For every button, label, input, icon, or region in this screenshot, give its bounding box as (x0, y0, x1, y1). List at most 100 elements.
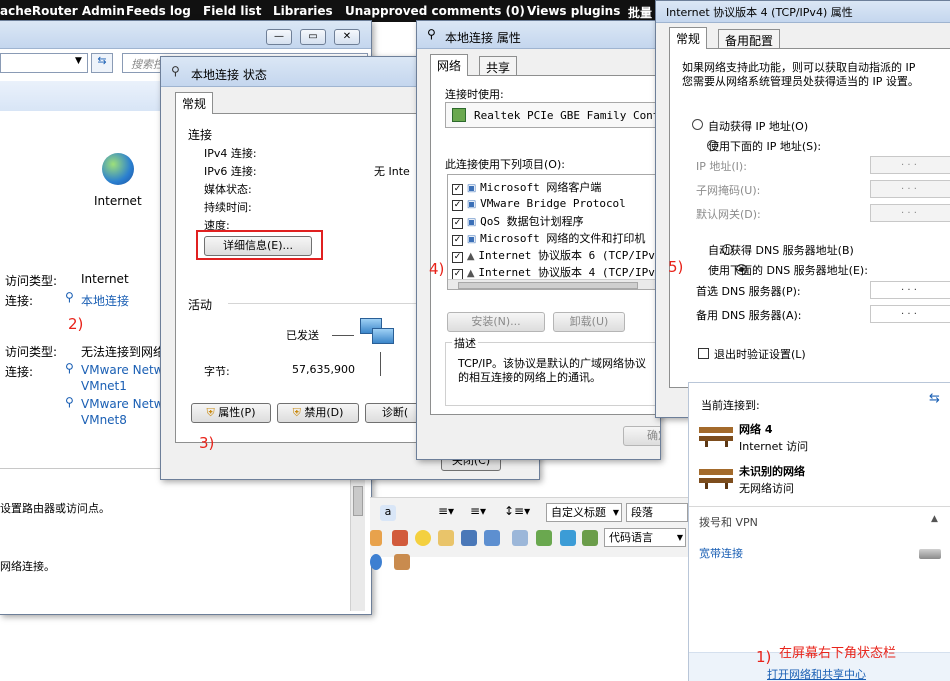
paste-icon[interactable] (392, 530, 408, 546)
open-network-center-link[interactable]: 打开网络和共享中心 (767, 666, 866, 681)
properties-button-label: 属性(P) (218, 406, 256, 419)
vmnet8-link[interactable]: VMnet8 (81, 413, 127, 427)
align-left-icon[interactable]: ≡▾ (438, 504, 454, 518)
network-flyout: ⇆ 当前连接到: 网络 4 Internet 访问 未识别的网络 无网络访问 拨… (688, 382, 950, 681)
dialup-vpn-header: 拨号和 VPN (699, 516, 758, 529)
topbar-item-libraries[interactable]: Libraries (273, 4, 333, 18)
bench-top (699, 427, 733, 433)
close-button[interactable]: ✕ (334, 29, 360, 45)
topbar-item-unapproved[interactable]: Unapproved comments (0) (345, 4, 525, 18)
topbar-item-field-list[interactable]: Field list (203, 4, 261, 18)
tab-general[interactable]: 常规 (175, 92, 214, 114)
maximize-button[interactable]: ▭ (300, 29, 326, 45)
item-checkbox[interactable]: ✓ (452, 184, 463, 195)
scroll-thumb[interactable] (353, 486, 363, 516)
item-label: VMware Bridge Protocol (480, 197, 626, 210)
local-connection-link[interactable]: 本地连接 (81, 292, 129, 309)
network-4-name[interactable]: 网络 4 (739, 421, 772, 437)
topbar-item-batch[interactable]: 批量 (628, 4, 652, 21)
auto-ip-radio[interactable] (692, 119, 703, 130)
subnet-mask-field[interactable]: . . . (870, 180, 950, 198)
scroll-thumb[interactable] (458, 282, 638, 289)
chevron-up-icon[interactable]: ▲ (931, 514, 938, 524)
access-type-label-2: 访问类型: (5, 345, 58, 359)
subnet-mask-label: 子网掩码(U): (696, 184, 761, 197)
frame-icon[interactable] (582, 530, 598, 546)
diagnose-button-label: 诊断( (381, 406, 409, 419)
properties-button[interactable]: ⛨ 属性(P) (191, 403, 271, 423)
unidentified-network-name[interactable]: 未识别的网络 (739, 463, 805, 479)
protocol-icon: ▲ (466, 268, 475, 279)
bench-icon (699, 423, 733, 447)
image-icon[interactable] (370, 530, 382, 546)
items-list[interactable]: ✓ ▣ Microsoft 网络客户端 ✓ ▣ VMware Bridge Pr… (447, 174, 660, 290)
tab-network[interactable]: 网络 (430, 54, 469, 76)
heading-style-select[interactable]: 自定义标题 ▼ (546, 503, 622, 522)
connect-using-label: 连接时使用: (445, 88, 504, 101)
minimize-button[interactable]: — (266, 29, 292, 45)
align-right-icon[interactable]: ≡▾ (470, 504, 486, 518)
vertical-scrollbar[interactable] (350, 476, 365, 611)
code-language-select[interactable]: 代码语言 ▼ (604, 528, 686, 547)
map-icon[interactable] (536, 530, 552, 546)
items-label: 此连接使用下列项目(O): (445, 158, 565, 171)
item-checkbox[interactable]: ✓ (452, 252, 463, 263)
chevron-down-icon[interactable]: ▼ (75, 56, 82, 66)
globe-icon[interactable] (102, 153, 134, 185)
scrawl-icon[interactable] (438, 530, 454, 546)
default-gateway-label: 默认网关(D): (696, 208, 761, 221)
disable-button[interactable]: ⛨ 禁用(D) (277, 403, 359, 423)
clipboard-icon[interactable] (394, 554, 410, 570)
music-icon[interactable] (484, 530, 500, 546)
ip-address-field[interactable]: . . . (870, 156, 950, 174)
preferred-dns-field[interactable]: . . . (870, 281, 950, 299)
vmnet1-link[interactable]: VMnet1 (81, 379, 127, 393)
install-button[interactable]: 安装(N)... (447, 312, 545, 332)
broadband-link[interactable]: 宽带连接 (699, 545, 743, 561)
ipv4-description-2: 您需要从网络系统管理员处获得适当的 IP 设置。 (682, 75, 919, 88)
paragraph-select[interactable]: 段落 (626, 503, 688, 522)
emoticon-icon[interactable] (415, 530, 431, 546)
annotation-1: 1) (756, 648, 772, 666)
vmware-link-1[interactable]: VMware Netw (81, 363, 163, 377)
refresh-icon[interactable]: ⇆ (91, 53, 113, 73)
item-checkbox[interactable]: ✓ (452, 218, 463, 229)
ipv4-connection-label: IPv4 连接: (204, 147, 257, 160)
line-height-icon[interactable]: ↕≡▾ (504, 504, 530, 518)
uninstall-button[interactable]: 卸载(U) (553, 312, 625, 332)
tab-sharing[interactable]: 共享 (479, 56, 518, 76)
topbar-item-feeds-log[interactable]: Feeds log (126, 4, 191, 18)
list-item[interactable]: ✓ ▣ VMware Bridge Protocol (452, 196, 626, 211)
attachment-icon[interactable] (512, 530, 528, 546)
anchor-icon[interactable]: a (380, 505, 396, 521)
validate-on-exit-checkbox[interactable] (698, 348, 709, 359)
bench-leg (705, 483, 708, 489)
help-icon[interactable] (370, 554, 382, 570)
tab-ipv4-general[interactable]: 常规 (669, 27, 708, 49)
ip-address-label: IP 地址(I): (696, 160, 747, 173)
alternate-dns-field[interactable]: . . . (870, 305, 950, 323)
ip-dots: . . . (901, 181, 917, 192)
media-state-label: 媒体状态: (204, 183, 252, 196)
list-item[interactable]: ✓ ▣ Microsoft 网络客户端 (452, 179, 601, 195)
item-checkbox[interactable]: ✓ (452, 235, 463, 246)
topbar-item-cacherouter[interactable]: acheRouter Admin (0, 4, 125, 18)
tab-alternate-config[interactable]: 备用配置 (718, 29, 781, 49)
list-item[interactable]: ✓ ▣ QoS 数据包计划程序 (452, 213, 584, 229)
vmware-link-2[interactable]: VMware Netw (81, 397, 163, 411)
item-checkbox[interactable]: ✓ (452, 200, 463, 211)
list-item[interactable]: ✓ ▲ Internet 协议版本 6 (TCP/IPv (452, 247, 655, 263)
address-bar[interactable]: ▼ (0, 53, 88, 73)
details-button[interactable]: 详细信息(E)... (204, 236, 312, 256)
film-icon[interactable] (461, 530, 477, 546)
ok-button[interactable]: 确定 (623, 426, 660, 446)
gmap-icon[interactable] (560, 530, 576, 546)
shield-icon: ⛨ (206, 406, 215, 419)
horizontal-scrollbar[interactable] (448, 279, 660, 289)
refresh-icon[interactable]: ⇆ (929, 391, 940, 406)
list-item[interactable]: ✓ ▣ Microsoft 网络的文件和打印机 (452, 230, 645, 246)
list-item[interactable]: ✓ ▲ Internet 协议版本 4 (TCP/IPv (452, 264, 655, 280)
topbar-item-views-plugins[interactable]: Views plugins (527, 4, 620, 18)
default-gateway-field[interactable]: . . . (870, 204, 950, 222)
ip-dots: . . . (901, 157, 917, 168)
